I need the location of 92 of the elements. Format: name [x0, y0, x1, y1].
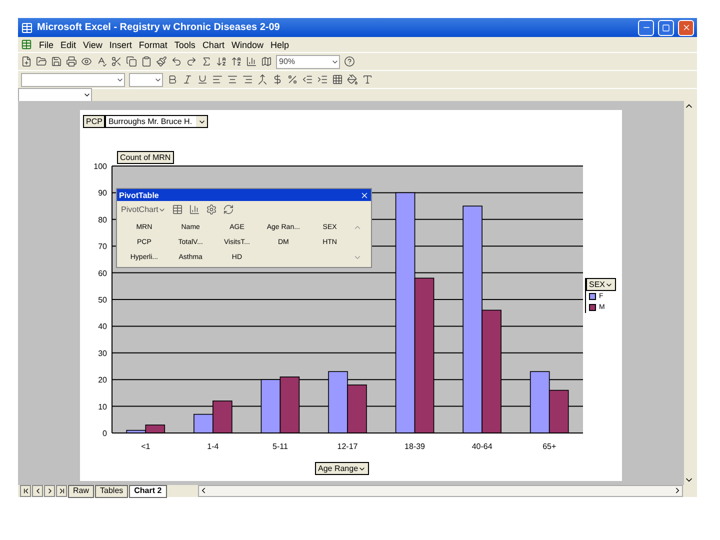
page-field-dropdown[interactable]: Burroughs Mr. Bruce H.	[105, 115, 208, 128]
help-icon[interactable]	[344, 56, 355, 67]
printer-icon[interactable]	[66, 56, 77, 67]
maximize-button[interactable]	[658, 20, 674, 36]
cut-icon[interactable]	[111, 56, 122, 67]
map-icon[interactable]	[261, 56, 272, 67]
axis-tick-label: 60	[98, 268, 107, 278]
data-field-button[interactable]: Count of MRN	[117, 151, 174, 164]
menu-item[interactable]: Tools	[174, 40, 196, 50]
save-icon[interactable]	[51, 56, 62, 67]
first-icon	[22, 487, 30, 495]
percent-icon[interactable]	[287, 74, 298, 85]
sort-ascending-icon[interactable]	[216, 56, 227, 67]
chart-wizard-icon[interactable]	[189, 204, 200, 215]
sheet-tab[interactable]: Raw	[68, 484, 94, 498]
window-title: Microsoft Excel - Registry w Chronic Diseases 2-09	[37, 22, 281, 33]
first-sheet-button[interactable]	[20, 485, 31, 497]
axis-category-label: 18-39	[404, 442, 426, 451]
align-right-icon[interactable]	[242, 74, 253, 85]
axis-category-label: 1-4	[207, 442, 219, 451]
sum-icon[interactable]	[201, 56, 212, 67]
close-icon	[682, 23, 690, 32]
italic-icon[interactable]	[182, 74, 193, 85]
bold-icon[interactable]	[167, 74, 178, 85]
axis-tick-label: 30	[98, 348, 107, 358]
axis-tick-label: 0	[102, 429, 107, 438]
sheet-tab[interactable]: Chart 2	[129, 484, 167, 498]
axis-category-label: 40-64	[472, 442, 492, 451]
axis-tick-label: 80	[98, 215, 107, 224]
fill-color-icon[interactable]	[347, 74, 358, 85]
preview-icon[interactable]	[81, 56, 92, 67]
menu-item[interactable]: Chart	[202, 40, 224, 50]
undo-icon[interactable]	[171, 56, 182, 67]
last-sheet-button[interactable]	[56, 485, 67, 497]
maximize-icon	[662, 24, 670, 32]
app-icon	[21, 22, 33, 34]
axis-tick-label: 10	[98, 402, 107, 412]
axis-category-label: 5-11	[272, 442, 288, 451]
currency-icon[interactable]	[272, 74, 283, 85]
sheet-tab[interactable]: Tables	[95, 484, 128, 498]
axis-tick-label: 40	[98, 322, 107, 332]
axis-tick-label: 50	[98, 296, 107, 304]
merge-icon[interactable]	[257, 74, 268, 85]
minimize-button[interactable]	[638, 20, 654, 36]
underline-icon[interactable]	[197, 74, 208, 85]
axis-category-label: <1	[141, 442, 150, 451]
font-size-field[interactable]	[129, 72, 163, 86]
refresh-icon[interactable]	[223, 204, 234, 215]
close-button[interactable]	[678, 20, 694, 36]
close-icon[interactable]	[360, 190, 369, 200]
last-icon	[58, 487, 66, 495]
workbook-icon	[21, 39, 32, 50]
font-color-icon[interactable]	[362, 74, 373, 85]
axis-field-button[interactable]: Age Range	[315, 462, 370, 475]
menu-item[interactable]: Help	[270, 40, 289, 50]
page-field-button[interactable]: PCP	[83, 115, 106, 128]
font-field[interactable]	[21, 72, 125, 86]
series-field-button[interactable]: SEX	[586, 278, 616, 291]
new-file-icon[interactable]	[21, 56, 32, 67]
borders-icon[interactable]	[332, 74, 343, 85]
paintbrush-icon[interactable]	[156, 56, 167, 67]
menu-item[interactable]: Insert	[109, 40, 132, 50]
menu-item[interactable]: Format	[138, 40, 168, 50]
paste-icon[interactable]	[141, 56, 152, 67]
align-center-icon[interactable]	[227, 74, 238, 85]
indent-decrease-icon[interactable]	[302, 74, 313, 85]
folder-icon[interactable]	[36, 56, 47, 67]
menu-item[interactable]: View	[83, 40, 102, 50]
pivotchart-menu[interactable]: PivotChart	[121, 205, 166, 214]
redo-icon[interactable]	[186, 56, 197, 67]
chart-icon[interactable]	[246, 56, 257, 67]
axis-category-label: 65+	[542, 442, 556, 451]
sort-descending-icon[interactable]	[231, 56, 242, 67]
copy-icon[interactable]	[126, 56, 137, 67]
caret-icon	[83, 91, 91, 99]
axis-tick-label: 20	[98, 376, 107, 385]
horizontal-scrollbar[interactable]	[198, 485, 683, 497]
axis-tick-label: 90	[98, 188, 107, 198]
menu-item[interactable]: Window	[231, 40, 264, 50]
zoom-field[interactable]: 90%	[276, 54, 340, 68]
settings-icon[interactable]	[206, 204, 218, 215]
scroll-right-icon	[673, 486, 682, 495]
axis-tick-label: 70	[98, 242, 107, 252]
toolbar-title: PivotTable	[119, 190, 159, 200]
align-left-icon[interactable]	[212, 74, 223, 85]
axis-category-label: 12-17	[337, 442, 358, 451]
format-report-icon[interactable]	[172, 204, 184, 215]
menu-item[interactable]: File	[39, 40, 54, 50]
spellcheck-icon[interactable]	[96, 56, 107, 67]
axis-tick-label: 100	[94, 162, 107, 171]
menu-item[interactable]: Edit	[60, 40, 76, 50]
indent-increase-icon[interactable]	[317, 74, 328, 85]
